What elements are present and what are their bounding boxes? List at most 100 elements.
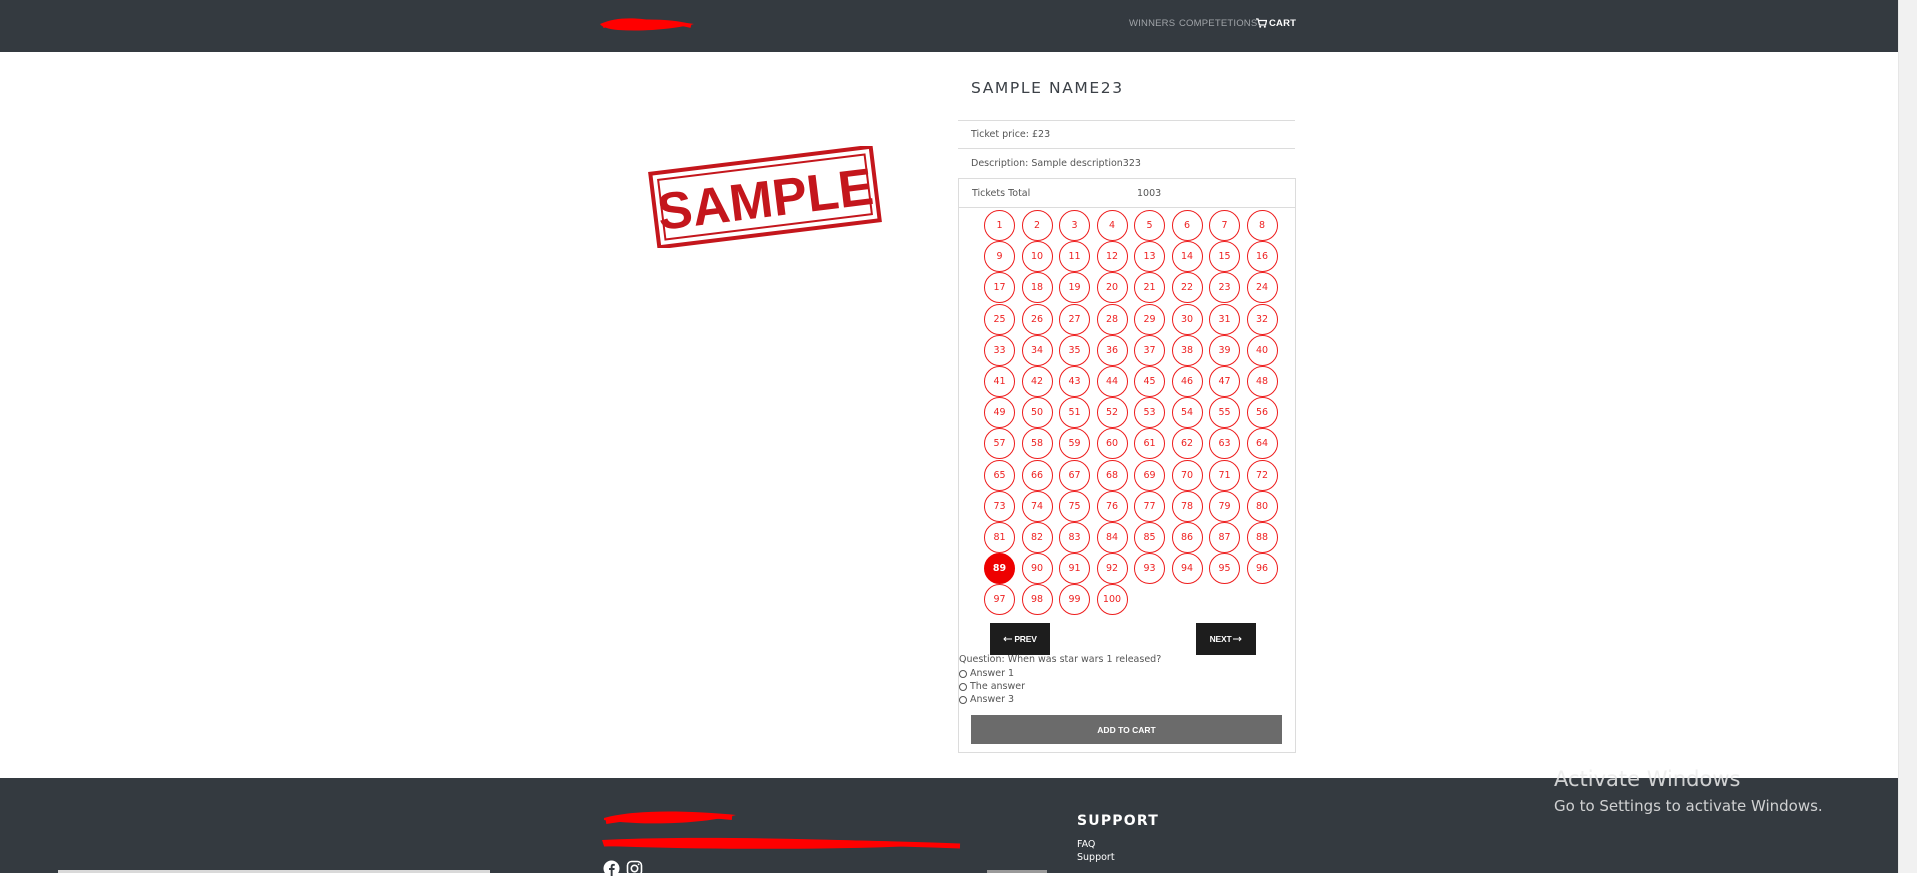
ticket-number[interactable]: 16 [1246,241,1278,273]
ticket-number[interactable]: 6 [1171,210,1203,241]
ticket-number[interactable]: 32 [1246,303,1278,335]
ticket-number[interactable]: 36 [1096,334,1128,366]
ticket-number[interactable]: 51 [1059,397,1090,429]
nav-winners-link[interactable]: WINNERS [1129,18,1175,29]
ticket-number[interactable]: 28 [1096,303,1128,335]
ticket-number[interactable]: 59 [1059,428,1090,460]
radio-button[interactable] [959,695,967,704]
ticket-number[interactable]: 93 [1134,553,1165,585]
ticket-number[interactable]: 60 [1096,428,1128,460]
ticket-number[interactable]: 12 [1096,241,1128,273]
instagram-icon[interactable] [626,860,643,877]
ticket-number[interactable]: 11 [1059,241,1090,273]
ticket-number[interactable]: 97 [984,584,1015,616]
ticket-number[interactable]: 14 [1171,241,1203,273]
ticket-number[interactable]: 79 [1209,490,1240,522]
next-page-button[interactable]: NEXT [1196,623,1256,655]
ticket-number[interactable]: 47 [1209,365,1240,397]
ticket-number[interactable]: 52 [1096,397,1128,429]
ticket-number[interactable]: 7 [1209,210,1240,241]
ticket-number[interactable]: 26 [1021,303,1053,335]
ticket-number[interactable]: 94 [1171,553,1203,585]
ticket-number[interactable]: 10 [1021,241,1053,273]
ticket-number[interactable]: 78 [1171,490,1203,522]
vertical-scrollbar[interactable] [1898,0,1917,873]
ticket-number[interactable]: 44 [1096,365,1128,397]
ticket-number[interactable]: 95 [1209,553,1240,585]
ticket-number[interactable]: 62 [1171,428,1203,460]
ticket-number[interactable]: 42 [1021,365,1053,397]
ticket-number[interactable]: 33 [984,334,1015,366]
nav-cart-link[interactable]: CART [1256,18,1296,29]
ticket-number[interactable]: 56 [1246,397,1278,429]
ticket-number[interactable]: 82 [1021,521,1053,553]
ticket-number[interactable]: 98 [1021,584,1053,616]
radio-button[interactable] [959,669,967,678]
add-to-cart-button[interactable]: ADD TO CART [971,715,1282,744]
ticket-number[interactable]: 91 [1059,553,1090,585]
answer-option-3[interactable]: Answer 3 [959,694,1014,705]
ticket-number[interactable]: 90 [1021,553,1053,585]
ticket-number[interactable]: 20 [1096,272,1128,304]
ticket-number[interactable]: 3 [1059,210,1090,241]
ticket-number[interactable]: 57 [984,428,1015,460]
ticket-number[interactable]: 55 [1209,397,1240,429]
ticket-number[interactable]: 74 [1021,490,1053,522]
ticket-number[interactable]: 61 [1134,428,1165,460]
ticket-number[interactable]: 19 [1059,272,1090,304]
ticket-number[interactable]: 8 [1246,210,1278,241]
ticket-number[interactable]: 71 [1209,459,1240,491]
ticket-number[interactable]: 13 [1134,241,1165,273]
ticket-number[interactable]: 83 [1059,521,1090,553]
ticket-number[interactable]: 31 [1209,303,1240,335]
ticket-number[interactable]: 84 [1096,521,1128,553]
ticket-number[interactable]: 88 [1246,521,1278,553]
ticket-number[interactable]: 70 [1171,459,1203,491]
ticket-number[interactable]: 38 [1171,334,1203,366]
ticket-number[interactable]: 35 [1059,334,1090,366]
ticket-number[interactable]: 66 [1021,459,1053,491]
answer-option-1[interactable]: Answer 1 [959,668,1014,679]
ticket-number[interactable]: 46 [1171,365,1203,397]
ticket-number[interactable]: 48 [1246,365,1278,397]
ticket-number[interactable]: 75 [1059,490,1090,522]
ticket-number[interactable]: 49 [984,397,1015,429]
prev-page-button[interactable]: PREV [990,623,1050,655]
ticket-number[interactable]: 39 [1209,334,1240,366]
ticket-number[interactable]: 68 [1096,459,1128,491]
ticket-number[interactable]: 92 [1096,553,1128,585]
ticket-number[interactable]: 24 [1246,272,1278,304]
ticket-number[interactable]: 72 [1246,459,1278,491]
ticket-number[interactable]: 80 [1246,490,1278,522]
radio-button[interactable] [959,682,967,691]
ticket-number[interactable]: 65 [984,459,1015,491]
ticket-number[interactable]: 34 [1021,334,1053,366]
ticket-number[interactable]: 9 [984,241,1015,273]
ticket-number[interactable]: 96 [1246,553,1278,585]
ticket-number[interactable]: 76 [1096,490,1128,522]
ticket-number[interactable]: 100 [1096,584,1128,616]
ticket-number[interactable]: 2 [1021,210,1053,241]
ticket-number[interactable]: 86 [1171,521,1203,553]
ticket-number[interactable]: 64 [1246,428,1278,460]
facebook-icon[interactable] [603,860,620,877]
ticket-number[interactable]: 25 [984,303,1015,335]
ticket-number[interactable]: 22 [1171,272,1203,304]
ticket-number[interactable]: 73 [984,490,1015,522]
ticket-number[interactable]: 37 [1134,334,1165,366]
answer-option-2[interactable]: The answer [959,681,1025,692]
nav-competitions-link[interactable]: COMPETETIONS [1179,18,1257,29]
ticket-number[interactable]: 53 [1134,397,1165,429]
ticket-number[interactable]: 85 [1134,521,1165,553]
ticket-number-selected[interactable]: 89 [984,553,1015,585]
ticket-number[interactable]: 41 [984,365,1015,397]
ticket-number[interactable]: 17 [984,272,1015,304]
ticket-number[interactable]: 58 [1021,428,1053,460]
ticket-number[interactable]: 1 [984,210,1015,241]
ticket-number[interactable]: 54 [1171,397,1203,429]
ticket-number[interactable]: 63 [1209,428,1240,460]
ticket-number[interactable]: 23 [1209,272,1240,304]
ticket-number[interactable]: 99 [1059,584,1090,616]
ticket-number[interactable]: 4 [1096,210,1128,241]
ticket-number[interactable]: 67 [1059,459,1090,491]
